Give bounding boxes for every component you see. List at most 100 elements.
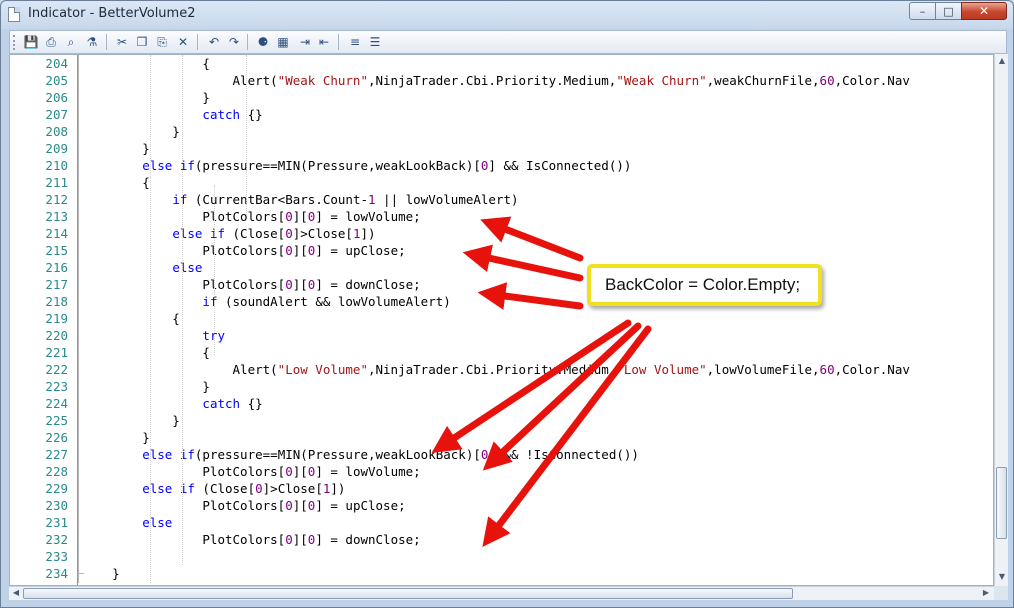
code-line[interactable]: 232 PlotColors[0][0] = downClose;: [10, 531, 993, 548]
code-editor[interactable]: 204 {205 Alert("Weak Churn",NinjaTrader.…: [9, 54, 994, 586]
code-line[interactable]: 218 if (soundAlert && lowVolumeAlert): [10, 293, 993, 310]
code-text: else: [82, 259, 202, 276]
code-line[interactable]: 213 PlotColors[0][0] = lowVolume;: [10, 208, 993, 225]
code-token: 0: [285, 209, 293, 224]
code-line[interactable]: 227 else if(pressure==MIN(Pressure,weakL…: [10, 446, 993, 463]
delete-icon[interactable]: ✕: [174, 33, 192, 51]
code-line[interactable]: 228 PlotColors[0][0] = lowVolume;: [10, 463, 993, 480]
vertical-scroll-thumb[interactable]: [996, 467, 1007, 539]
editor-window: Indicator - BetterVolume2 – □ ✕ 💾 ⎙ ⌕ ⚗ ✂ ❐ ⎘ ✕…: [0, 0, 1014, 608]
code-line[interactable]: 209 }: [10, 140, 993, 157]
code-token: }: [82, 430, 150, 445]
toolbar-grip[interactable]: [13, 35, 18, 50]
code-text: {: [82, 55, 210, 72]
scroll-up-icon[interactable]: ▲: [995, 56, 1009, 65]
code-line[interactable]: 205 Alert("Weak Churn",NinjaTrader.Cbi.P…: [10, 72, 993, 89]
find-replace-icon[interactable]: ▦: [274, 33, 292, 51]
code-line[interactable]: 207 catch {}: [10, 106, 993, 123]
code-token: ] = upClose;: [315, 243, 406, 258]
code-token: {}: [240, 107, 263, 122]
cut-icon[interactable]: ✂: [113, 33, 131, 51]
line-number: 218: [45, 294, 68, 309]
code-line[interactable]: 210 else if(pressure==MIN(Pressure,weakL…: [10, 157, 993, 174]
code-token: 0: [285, 226, 293, 241]
scroll-down-icon[interactable]: ▼: [995, 572, 1009, 581]
code-line[interactable]: 211 {: [10, 174, 993, 191]
code-line[interactable]: 216 else: [10, 259, 993, 276]
toolbar: 💾 ⎙ ⌕ ⚗ ✂ ❐ ⎘ ✕ ↶ ↷ ⚈ ▦ ⇥ ⇤ ≡ ☰: [9, 30, 1007, 54]
undo-icon[interactable]: ↶: [205, 33, 223, 51]
outdent-icon[interactable]: ⇤: [315, 33, 333, 51]
code-line[interactable]: 222 Alert("Low Volume",NinjaTrader.Cbi.P…: [10, 361, 993, 378]
line-number: 215: [45, 243, 68, 258]
code-text: if (soundAlert && lowVolumeAlert): [82, 293, 450, 310]
code-line[interactable]: 220 try: [10, 327, 993, 344]
code-token: }: [82, 413, 180, 428]
code-line[interactable]: 215 PlotColors[0][0] = upClose;: [10, 242, 993, 259]
code-token: ,weakChurnFile,: [706, 73, 820, 88]
code-line[interactable]: 226 }: [10, 429, 993, 446]
code-token: PlotColors[: [82, 498, 286, 513]
minimize-button[interactable]: –: [909, 2, 936, 20]
code-token: || lowVolumeAlert): [375, 192, 519, 207]
code-line[interactable]: 212 if (CurrentBar<Bars.Count-1 || lowVo…: [10, 191, 993, 208]
code-token: PlotColors[: [82, 532, 286, 547]
code-text: }: [82, 140, 150, 157]
code-line[interactable]: 234 }: [10, 565, 993, 582]
code-token: ] = upClose;: [315, 498, 406, 513]
comment-icon[interactable]: ≡: [346, 33, 364, 51]
close-button[interactable]: ✕: [961, 2, 1007, 20]
code-line[interactable]: 206 }: [10, 89, 993, 106]
print-icon[interactable]: ⎙: [42, 33, 60, 51]
code-line[interactable]: 214 else if (Close[0]>Close[1]): [10, 225, 993, 242]
code-token: else if: [172, 226, 225, 241]
code-line[interactable]: 233: [10, 548, 993, 565]
maximize-button[interactable]: □: [935, 2, 962, 20]
code-line[interactable]: 204 {: [10, 55, 993, 72]
code-line[interactable]: 230 PlotColors[0][0] = upClose;: [10, 497, 993, 514]
code-line[interactable]: 219 {: [10, 310, 993, 327]
save-icon[interactable]: 💾: [22, 33, 40, 51]
code-text: else if(pressure==MIN(Pressure,weakLookB…: [82, 446, 639, 463]
code-token: (pressure==MIN(Pressure,weakLookBack)[: [194, 447, 481, 462]
title-bar[interactable]: Indicator - BetterVolume2 – □ ✕: [1, 1, 1013, 29]
horizontal-scrollbar[interactable]: ◀ ▶: [9, 586, 994, 600]
scroll-left-icon[interactable]: ◀: [9, 588, 23, 597]
code-token: PlotColors[: [82, 464, 286, 479]
code-token: ][: [292, 209, 308, 224]
find-icon[interactable]: ⚈: [254, 33, 272, 51]
code-line[interactable]: 224 catch {}: [10, 395, 993, 412]
code-token: ,Color.Nav: [834, 73, 910, 88]
code-token: "Low Volume": [277, 362, 368, 377]
code-line[interactable]: 229 else if (Close[0]>Close[1]): [10, 480, 993, 497]
scroll-right-icon[interactable]: ▶: [979, 588, 993, 597]
vertical-scrollbar[interactable]: ▲ ▼: [994, 54, 1008, 586]
code-token: ]): [330, 481, 346, 496]
code-line[interactable]: 231 else: [10, 514, 993, 531]
code-line[interactable]: 221 {: [10, 344, 993, 361]
indent-guide: [246, 55, 247, 215]
line-number: 224: [45, 396, 68, 411]
horizontal-scroll-thumb[interactable]: [23, 588, 793, 599]
copy-icon[interactable]: ❐: [133, 33, 151, 51]
code-line[interactable]: 208 }: [10, 123, 993, 140]
code-line[interactable]: 223 }: [10, 378, 993, 395]
code-token: "Weak Churn": [277, 73, 368, 88]
code-line[interactable]: 225 }: [10, 412, 993, 429]
uncomment-icon[interactable]: ☰: [366, 33, 384, 51]
document-icon: [8, 7, 20, 22]
redo-icon[interactable]: ↷: [225, 33, 243, 51]
indent-icon[interactable]: ⇥: [296, 33, 314, 51]
code-text: Alert("Low Volume",NinjaTrader.Cbi.Prior…: [82, 361, 910, 378]
code-token: ][: [292, 498, 308, 513]
code-token: ,NinjaTrader.Cbi.Priority.Medium,: [367, 362, 617, 377]
code-line[interactable]: 217 PlotColors[0][0] = downClose;: [10, 276, 993, 293]
code-token: 0: [285, 498, 293, 513]
resize-grip[interactable]: [994, 586, 1008, 600]
paste-icon[interactable]: ⎘: [153, 33, 171, 51]
code-text: {: [82, 344, 210, 361]
code-text: else if (Close[0]>Close[1]): [82, 480, 345, 497]
page-setup-icon[interactable]: ⚗: [83, 33, 101, 51]
print-preview-icon[interactable]: ⌕: [62, 33, 80, 51]
line-number: 216: [45, 260, 68, 275]
